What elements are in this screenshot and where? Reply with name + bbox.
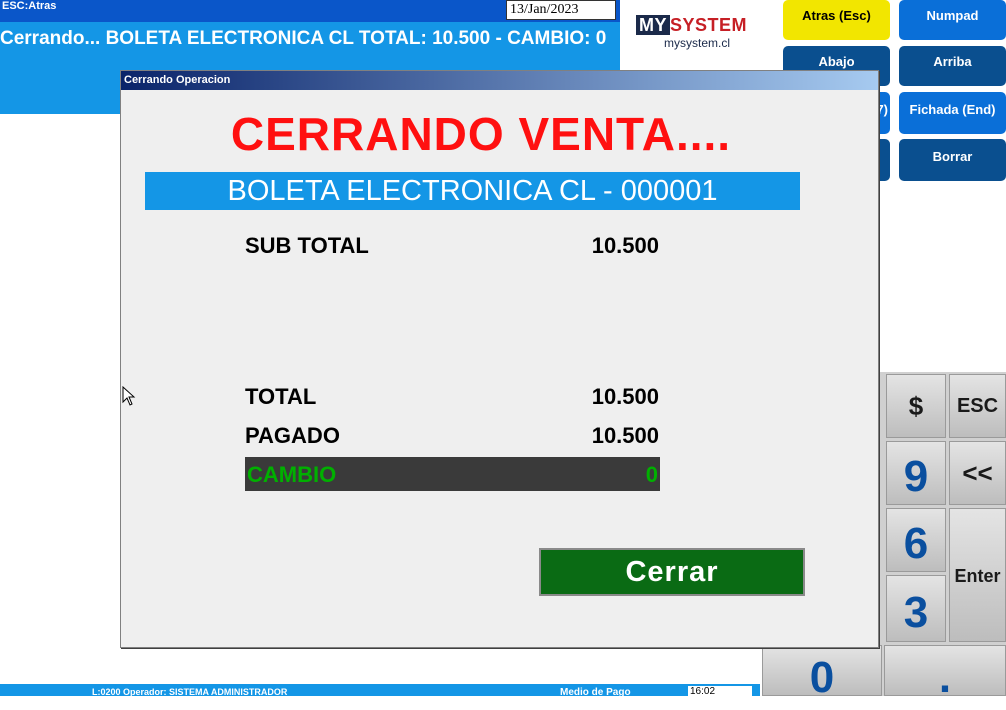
document-number: BOLETA ELECTRONICA CL - 000001	[145, 172, 800, 210]
key-esc[interactable]: ESC	[949, 374, 1006, 438]
key-6[interactable]: 6	[886, 508, 946, 572]
arriba-button[interactable]: Arriba	[899, 46, 1006, 86]
cerrar-button[interactable]: Cerrar	[539, 548, 805, 596]
status-text: Cerrando... BOLETA ELECTRONICA CL TOTAL:…	[0, 28, 607, 49]
key-dollar[interactable]: $	[886, 374, 946, 438]
logo-url: mysystem.cl	[664, 36, 730, 50]
pagado-value: 10.500	[591, 423, 659, 448]
numpad-button[interactable]: Numpad	[899, 0, 1006, 40]
cambio-label: CAMBIO	[247, 462, 337, 487]
mouse-cursor-icon	[122, 385, 136, 411]
key-0[interactable]: 0	[762, 645, 882, 702]
atras-button[interactable]: Atras (Esc)	[783, 0, 890, 40]
key-backspace[interactable]: <<	[949, 441, 1006, 505]
esc-hint: ESC:Atras	[2, 0, 57, 12]
pagado-label: PAGADO	[245, 423, 340, 448]
cambio-value: 0	[645, 462, 658, 487]
closing-dialog: Cerrando Operacion CERRANDO VENTA.... BO…	[120, 70, 879, 648]
date-field: 13/Jan/2023	[506, 0, 616, 20]
fichada-button[interactable]: Fichada (End)	[899, 92, 1006, 134]
key-3[interactable]: 3	[886, 575, 946, 642]
taskbar-medio-pago[interactable]: Medio de Pago	[560, 687, 631, 698]
dialog-title: Cerrando Operacion	[121, 71, 878, 90]
key-9[interactable]: 9	[886, 441, 946, 505]
total-value: 10.500	[591, 384, 659, 409]
cambio-row: CAMBIO 0	[245, 457, 660, 491]
taskbar-time: 16:02	[688, 686, 752, 697]
closing-heading: CERRANDO VENTA....	[230, 108, 732, 160]
subtotal-value: 10.500	[591, 233, 659, 258]
mysystem-logo: MY SYSTEM	[636, 15, 747, 36]
borrar-button[interactable]: Borrar	[899, 139, 1006, 181]
subtotal-label: SUB TOTAL	[245, 233, 369, 258]
key-decimal[interactable]: .	[884, 645, 1006, 702]
total-label: TOTAL	[245, 384, 317, 409]
key-enter[interactable]: Enter	[949, 508, 1006, 642]
